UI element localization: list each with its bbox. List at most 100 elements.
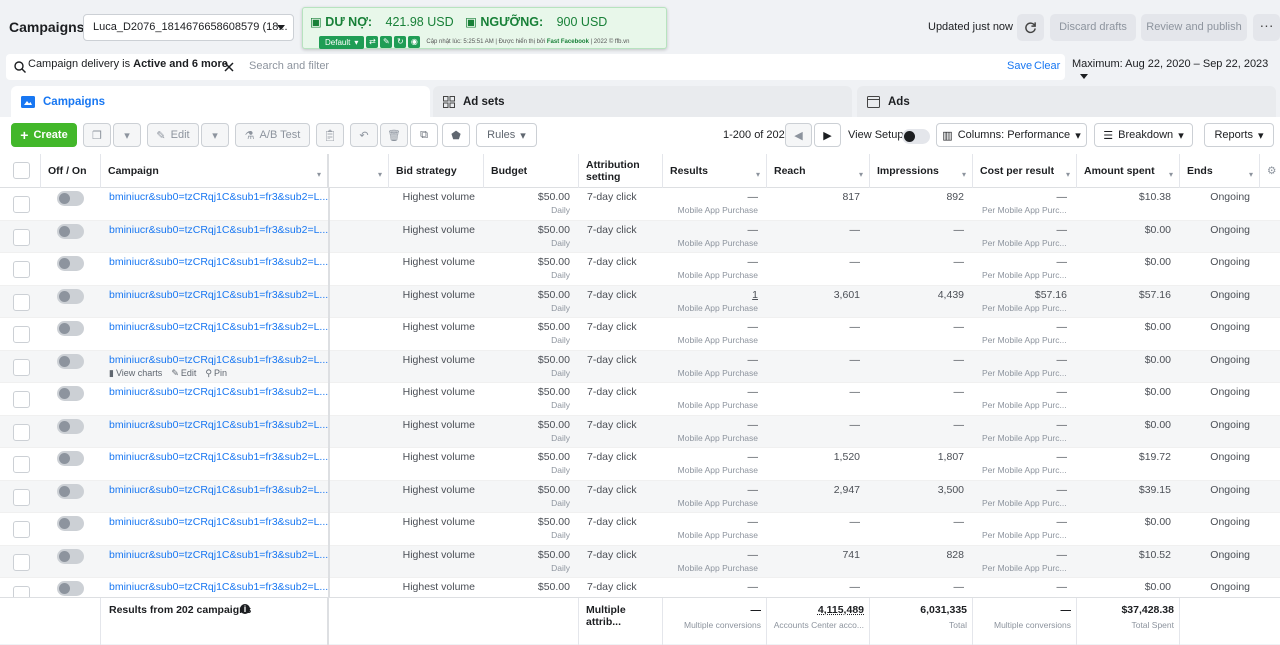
delivery-toggle[interactable] — [57, 191, 84, 206]
edit-icon[interactable]: ✎ — [380, 36, 393, 48]
table-row[interactable]: bminiucr&sub0=tzCRqj1C&sub1=fr3&sub2=L..… — [0, 480, 1280, 513]
delivery-toggle[interactable] — [57, 256, 84, 271]
col-cpr[interactable]: Cost per result ▾ — [973, 154, 1077, 188]
undo-button[interactable]: ↶ — [350, 123, 378, 147]
table-row[interactable]: bminiucr&sub0=tzCRqj1C&sub1=fr3&sub2=L..… — [0, 285, 1280, 318]
row-checkbox[interactable] — [13, 293, 30, 311]
table-row[interactable]: bminiucr&sub0=tzCRqj1C&sub1=fr3&sub2=L..… — [0, 415, 1280, 448]
save-filter-link[interactable]: Save — [1007, 60, 1032, 72]
row-checkbox[interactable] — [13, 521, 30, 538]
delivery-toggle[interactable] — [57, 288, 84, 304]
campaign-name-link[interactable]: bminiucr&sub0=tzCRqj1C&sub1=fr3&sub2=L..… — [109, 289, 328, 301]
next-page-button[interactable]: ▶ — [814, 123, 841, 147]
delivery-toggle[interactable] — [57, 418, 84, 434]
reports-button[interactable]: Reports ▾ — [1204, 123, 1274, 147]
row-checkbox[interactable] — [13, 391, 30, 408]
row-checkbox[interactable] — [13, 586, 30, 597]
delivery-toggle[interactable] — [57, 548, 84, 564]
campaign-name-link[interactable]: bminiucr&sub0=tzCRqj1C&sub1=fr3&sub2=L..… — [109, 224, 328, 236]
col-offon[interactable]: Off / On — [41, 154, 101, 188]
col-spent[interactable]: Amount spent ▾ — [1077, 154, 1180, 188]
review-publish-button[interactable]: Review and publish — [1141, 14, 1247, 41]
table-row[interactable]: bminiucr&sub0=tzCRqj1C&sub1=fr3&sub2=L..… — [0, 448, 1280, 481]
col-settings[interactable]: ⚙ — [1260, 154, 1280, 188]
campaign-name-link[interactable]: bminiucr&sub0=tzCRqj1C&sub1=fr3&sub2=L..… — [109, 549, 328, 561]
table-row[interactable]: bminiucr&sub0=tzCRqj1C&sub1=fr3&sub2=L..… — [0, 513, 1280, 546]
delivery-toggle[interactable] — [57, 451, 84, 466]
table-row[interactable]: bminiucr&sub0=tzCRqj1C&sub1=fr3&sub2=L..… — [0, 318, 1280, 351]
delivery-toggle[interactable] — [57, 353, 84, 369]
duplicate-button[interactable]: ❐ — [83, 123, 111, 147]
campaign-name-link[interactable]: bminiucr&sub0=tzCRqj1C&sub1=fr3&sub2=L..… — [109, 354, 328, 366]
refresh-button[interactable] — [1017, 14, 1044, 41]
row-checkbox[interactable] — [13, 456, 30, 473]
campaign-name-link[interactable]: bminiucr&sub0=tzCRqj1C&sub1=fr3&sub2=L..… — [109, 191, 328, 203]
duplicate-dropdown[interactable]: ▾ — [113, 123, 141, 147]
col-campaign[interactable]: Campaign ▾ — [101, 154, 329, 188]
table-row[interactable]: bminiucr&sub0=tzCRqj1C&sub1=fr3&sub2=L..… — [0, 383, 1280, 416]
tag-button[interactable]: ⬟ — [442, 123, 470, 147]
row-checkbox[interactable] — [13, 488, 30, 506]
row-checkbox[interactable] — [13, 228, 30, 246]
rules-button[interactable]: Rules ▾ — [476, 123, 537, 147]
clipboard-button[interactable]: 📋︎ — [316, 123, 344, 147]
view-charts-action[interactable]: ▮ View charts — [109, 368, 162, 379]
edit-action[interactable]: ✎ Edit — [171, 368, 196, 379]
campaign-name-link[interactable]: bminiucr&sub0=tzCRqj1C&sub1=fr3&sub2=L..… — [109, 581, 328, 593]
table-row[interactable]: bminiucr&sub0=tzCRqj1C&sub1=fr3&sub2=L..… — [0, 188, 1280, 221]
table-row[interactable]: bminiucr&sub0=tzCRqj1C&sub1=fr3&sub2=L..… — [0, 253, 1280, 286]
campaign-name-link[interactable]: bminiucr&sub0=tzCRqj1C&sub1=fr3&sub2=L..… — [109, 484, 328, 496]
row-checkbox[interactable] — [13, 358, 30, 376]
close-icon[interactable] — [224, 62, 234, 72]
delivery-toggle[interactable] — [57, 483, 84, 499]
default-dropdown[interactable]: Default ▾ — [319, 35, 365, 49]
delivery-toggle[interactable] — [57, 321, 84, 336]
preview-button[interactable]: ⧉ — [410, 123, 438, 147]
row-checkbox[interactable] — [13, 553, 30, 571]
discard-drafts-button[interactable]: Discard drafts — [1050, 14, 1136, 41]
tab-campaigns[interactable]: Campaigns — [11, 86, 430, 117]
more-options-button[interactable]: ··· — [1253, 14, 1280, 41]
delete-button[interactable]: 🗑︎ — [380, 123, 408, 147]
col-attribution[interactable]: Attribution setting — [579, 154, 663, 188]
delivery-toggle[interactable] — [57, 223, 84, 239]
campaign-name-link[interactable]: bminiucr&sub0=tzCRqj1C&sub1=fr3&sub2=L..… — [109, 516, 328, 528]
table-row[interactable]: bminiucr&sub0=tzCRqj1C&sub1=fr3&sub2=L..… — [0, 350, 1280, 383]
row-checkbox[interactable] — [13, 326, 30, 343]
clear-filter-link[interactable]: Clear — [1034, 60, 1060, 72]
col-results[interactable]: Results ▾ — [663, 154, 767, 188]
delivery-toggle[interactable] — [57, 516, 84, 531]
date-range-picker[interactable]: Maximum: Aug 22, 2020 – Sep 22, 2023 — [1072, 58, 1280, 82]
select-all-checkbox[interactable] — [13, 162, 30, 179]
eye-off-icon[interactable]: ◉ — [408, 36, 421, 48]
search-input[interactable]: Search and filter — [249, 60, 329, 72]
campaign-name-link[interactable]: bminiucr&sub0=tzCRqj1C&sub1=fr3&sub2=L..… — [109, 419, 328, 431]
table-row[interactable]: bminiucr&sub0=tzCRqj1C&sub1=fr3&sub2=L..… — [0, 578, 1280, 597]
refresh-icon[interactable]: ↻ — [394, 36, 407, 48]
col-ends[interactable]: Ends ▾ — [1180, 154, 1260, 188]
columns-button[interactable]: ▥ Columns: Performance ▾ — [936, 123, 1087, 147]
tab-ads[interactable]: Ads — [857, 86, 1276, 117]
row-checkbox[interactable] — [13, 423, 30, 441]
edit-dropdown[interactable]: ▾ — [201, 123, 229, 147]
delivery-toggle[interactable] — [57, 581, 84, 596]
account-selector[interactable]: Luca_D2076_1814676658608579 (18... — [83, 14, 294, 41]
delivery-toggle[interactable] — [57, 386, 84, 401]
pin-action[interactable]: ⚲ Pin — [205, 368, 227, 379]
col-impressions[interactable]: Impressions ▾ — [870, 154, 973, 188]
shuffle-icon[interactable]: ⇄ — [366, 36, 379, 48]
table-row[interactable]: bminiucr&sub0=tzCRqj1C&sub1=fr3&sub2=L..… — [0, 220, 1280, 253]
campaign-name-link[interactable]: bminiucr&sub0=tzCRqj1C&sub1=fr3&sub2=L..… — [109, 256, 328, 268]
campaign-name-link[interactable]: bminiucr&sub0=tzCRqj1C&sub1=fr3&sub2=L..… — [109, 321, 328, 333]
tab-adsets[interactable]: Ad sets — [433, 86, 852, 117]
create-button[interactable]: + Create — [11, 123, 77, 147]
breakdown-button[interactable]: ☰ Breakdown ▾ — [1094, 123, 1193, 147]
edit-button[interactable]: ✎ Edit — [147, 123, 199, 147]
prev-page-button[interactable]: ◀ — [785, 123, 812, 147]
col-reach[interactable]: Reach ▾ — [767, 154, 870, 188]
campaign-name-link[interactable]: bminiucr&sub0=tzCRqj1C&sub1=fr3&sub2=L..… — [109, 451, 328, 463]
brand-link[interactable]: Fast Facebook — [547, 39, 589, 45]
row-checkbox[interactable] — [13, 196, 30, 213]
campaign-name-link[interactable]: bminiucr&sub0=tzCRqj1C&sub1=fr3&sub2=L..… — [109, 386, 328, 398]
row-checkbox[interactable] — [13, 261, 30, 278]
